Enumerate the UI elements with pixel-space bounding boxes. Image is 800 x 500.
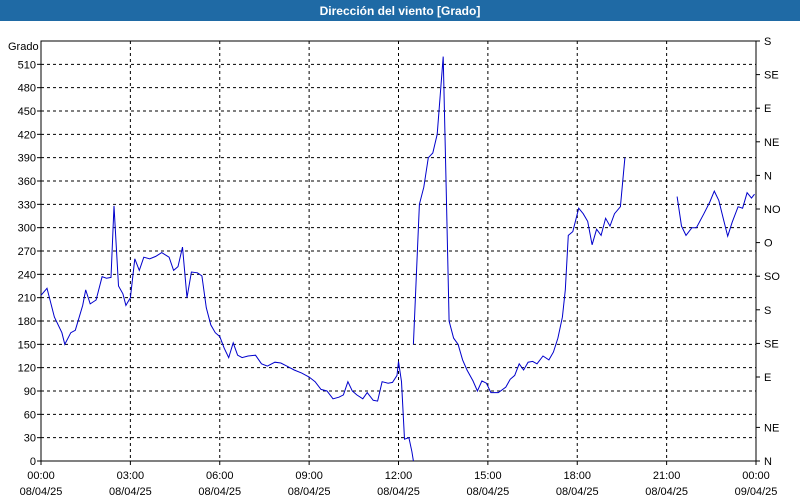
y-axis-ticks: 0 30 60 90 120 150 180 210 240 270 300 330 360 390 420… [18,59,41,468]
series-line-segment [676,189,755,239]
y2-tick-label: E [764,372,771,384]
y2-tick-label: S [764,305,771,317]
x-tick-time: 21:00 [653,470,681,482]
x-tick-date: 08/04/25 [377,486,420,498]
y-tick-label: 420 [18,129,36,141]
y-tick-label: 60 [24,409,36,421]
x-tick-time: 03:00 [117,470,145,482]
y-tick-label: 210 [18,293,36,305]
x-tick-time: 06:00 [206,470,234,482]
series-lines [40,56,755,462]
y-tick-label: 150 [18,339,36,351]
y-tick-label: 330 [18,199,36,211]
y2-tick-label: N [764,456,772,468]
x-tick-date: 08/04/25 [109,486,152,498]
chart-title: Dirección del viento [Grado] [0,0,800,21]
y2-tick-label: NE [764,137,779,149]
wind-direction-chart: 0 30 60 90 120 150 180 210 240 270 300 330 360 390 420… [8,36,781,498]
y-tick-label: 0 [30,456,36,468]
y2-tick-label: SE [764,338,779,350]
y-tick-label: 90 [24,386,36,398]
y-tick-label: 240 [18,269,36,281]
x-tick-date: 08/04/25 [198,486,241,498]
x-axis-ticks: 00:00 08/04/25 03:00 08/04/25 06:00 08/04/25 0… [20,461,778,498]
y-tick-label: 120 [18,363,36,375]
y2-tick-label: SO [764,271,780,283]
y2-tick-label: N [764,170,772,182]
x-tick-date: 08/04/25 [556,486,599,498]
x-tick-time: 15:00 [474,470,502,482]
x-tick-date: 08/04/25 [466,486,509,498]
x-tick-date: 09/04/25 [735,486,778,498]
y2-tick-label: NE [764,422,779,434]
y-tick-label: 360 [18,176,36,188]
y-tick-label: 450 [18,106,36,118]
y2-tick-label: NO [764,204,781,216]
x-tick-time: 00:00 [742,470,770,482]
y-tick-label: 270 [18,246,36,258]
y2-tick-label: SE [764,70,779,82]
y-tick-label: 30 [24,433,36,445]
x-tick-time: 09:00 [295,470,323,482]
x-tick-time: 18:00 [563,470,591,482]
y-tick-label: 300 [18,223,36,235]
series-line-segment [40,205,414,462]
y2-tick-label: E [764,103,771,115]
x-tick-date: 08/04/25 [288,486,331,498]
series-line-segment [412,56,626,394]
x-tick-date: 08/04/25 [645,486,688,498]
y2-tick-label: O [764,238,773,250]
x-tick-time: 00:00 [27,470,55,482]
y2-tick-label: S [764,36,771,48]
y2-axis-ticks: N NE E SE S SO O NO N NE E SE S [756,36,781,468]
x-tick-time: 12:00 [385,470,413,482]
grid [41,41,756,461]
y-tick-label: 480 [18,83,36,95]
y-axis-label: Grado [8,41,39,53]
y-tick-label: 390 [18,153,36,165]
y-tick-label: 180 [18,316,36,328]
y-tick-label: 510 [18,59,36,71]
x-tick-date: 08/04/25 [20,486,63,498]
